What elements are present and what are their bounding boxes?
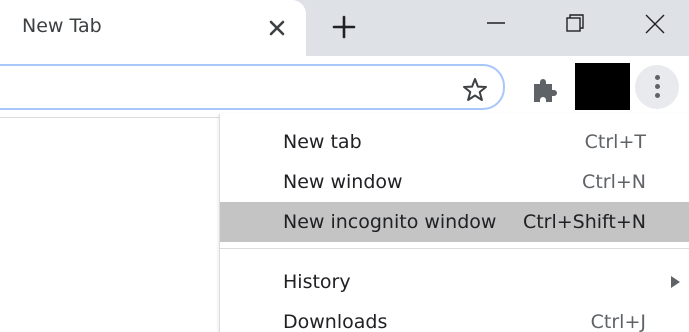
menu-item-label: History [283, 271, 351, 293]
tab-new-tab[interactable]: New Tab [0, 0, 306, 56]
puzzle-icon[interactable] [530, 75, 560, 105]
menu-item-shortcut: Ctrl+T [584, 131, 646, 153]
restore-icon[interactable] [562, 10, 588, 36]
address-bar[interactable] [0, 64, 505, 110]
avatar[interactable] [575, 63, 630, 110]
caret-right-icon [671, 276, 680, 288]
close-window-icon[interactable] [641, 10, 669, 38]
menu-item-new-incognito-window[interactable]: New incognito window Ctrl+Shift+N [220, 202, 689, 242]
plus-icon[interactable] [330, 13, 358, 41]
menu-item-new-tab[interactable]: New tab Ctrl+T [220, 122, 689, 162]
menu-item-shortcut: Ctrl+J [590, 311, 646, 332]
star-icon[interactable] [461, 76, 489, 104]
divider [0, 117, 220, 118]
minimize-icon[interactable] [483, 10, 509, 36]
menu-item-label: Downloads [283, 311, 388, 332]
more-vertical-icon[interactable] [635, 65, 679, 109]
app-menu: New tab Ctrl+T New window Ctrl+N New inc… [219, 114, 689, 332]
menu-item-new-window[interactable]: New window Ctrl+N [220, 162, 689, 202]
menu-item-history[interactable]: History [220, 262, 689, 302]
menu-item-shortcut: Ctrl+N [582, 171, 646, 193]
menu-separator [220, 248, 689, 249]
tab-title: New Tab [22, 15, 102, 37]
close-icon[interactable] [265, 16, 289, 40]
menu-item-label: New tab [283, 131, 362, 153]
menu-item-label: New window [283, 171, 403, 193]
tab-strip: New Tab [0, 0, 689, 56]
menu-item-downloads[interactable]: Downloads Ctrl+J [220, 302, 689, 332]
menu-item-label: New incognito window [283, 211, 497, 233]
menu-item-shortcut: Ctrl+Shift+N [522, 211, 646, 233]
